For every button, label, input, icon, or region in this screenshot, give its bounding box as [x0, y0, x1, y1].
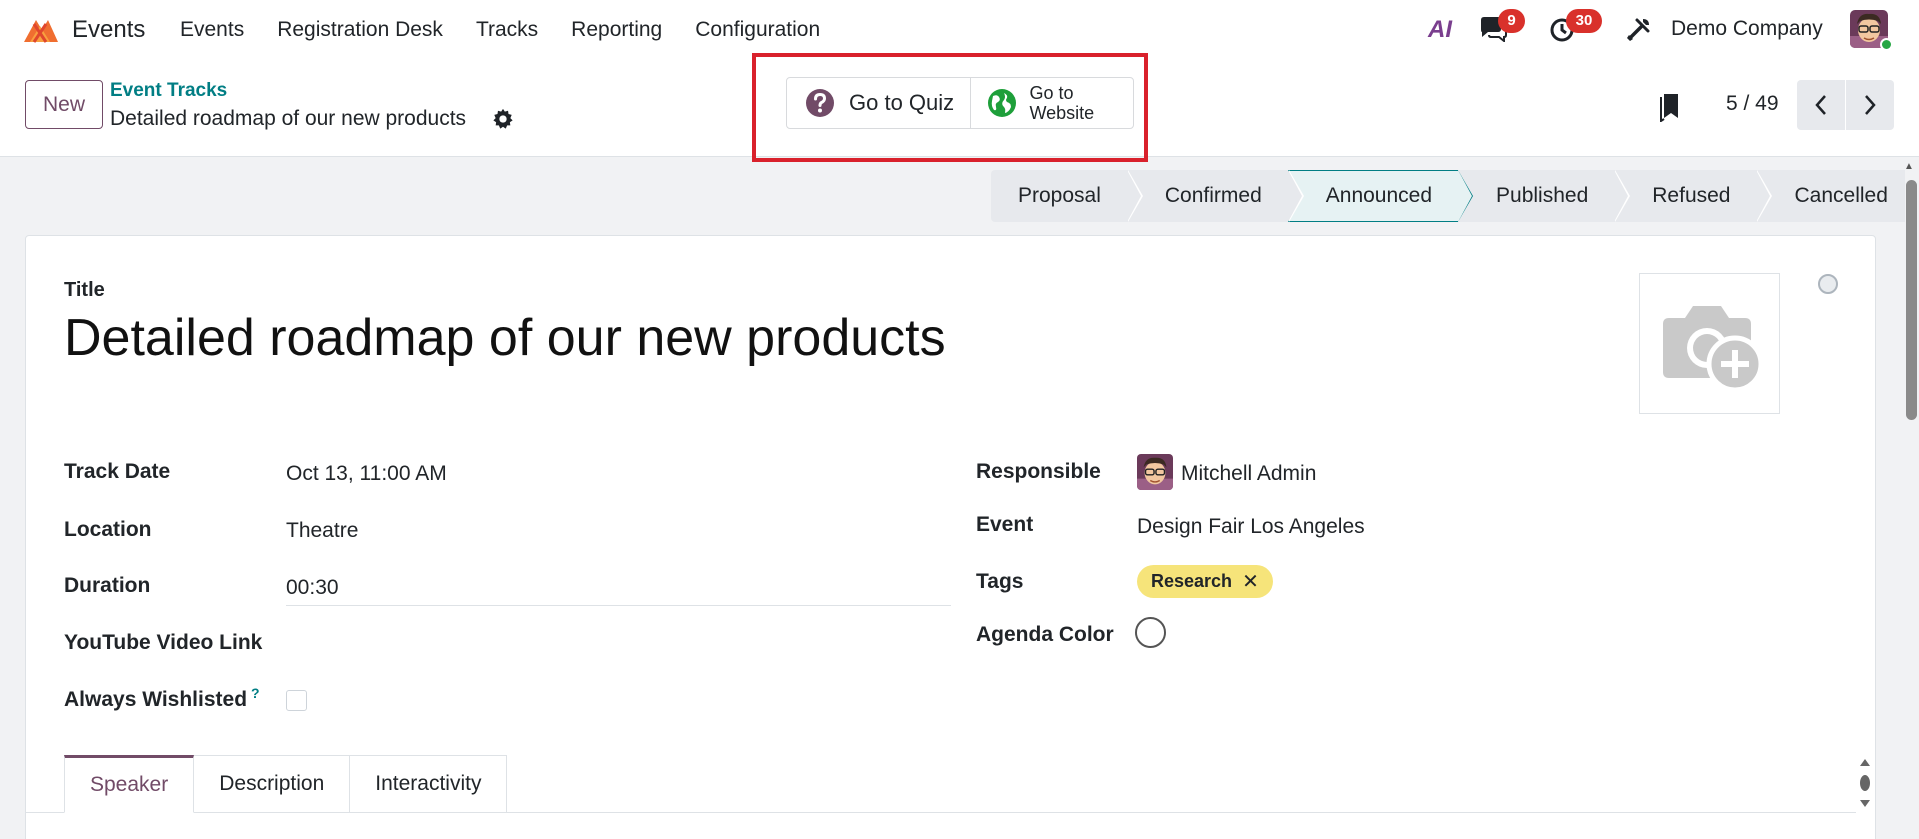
pager-value[interactable]: 5 / 49 — [1726, 92, 1779, 116]
tag-research-label: Research — [1151, 571, 1233, 591]
app-name[interactable]: Events — [72, 16, 145, 44]
breadcrumb-current: Detailed roadmap of our new products — [110, 107, 467, 130]
stage-label: Proposal — [1018, 184, 1101, 207]
stage-label: Announced — [1325, 184, 1433, 207]
stage-label: Confirmed — [1164, 184, 1262, 207]
breadcrumb-parent[interactable]: Event Tracks — [110, 80, 227, 102]
ai-icon[interactable]: AI — [1428, 16, 1452, 44]
stage-proposal[interactable]: Proposal — [991, 170, 1143, 222]
smart-buttons: Go to Quiz Go to Website — [786, 77, 1134, 129]
gear-icon[interactable] — [492, 108, 514, 130]
notebook-tabs: Speaker Description Interactivity — [64, 755, 508, 813]
go-to-website-label: Go to Website — [1029, 83, 1095, 123]
stage-published[interactable]: Published — [1458, 170, 1631, 222]
event-label: Event — [976, 513, 1034, 536]
always-wishlisted-checkbox[interactable] — [286, 690, 307, 711]
title-label: Title — [64, 279, 105, 301]
youtube-link-label: YouTube Video Link — [64, 631, 263, 654]
menu-registration-desk[interactable]: Registration Desk — [277, 18, 443, 42]
duration-underline — [286, 605, 951, 606]
image-upload[interactable] — [1639, 273, 1780, 414]
pager-next-button[interactable] — [1846, 80, 1894, 130]
camera-plus-icon — [1662, 305, 1763, 392]
tab-interactivity[interactable]: Interactivity — [350, 755, 508, 813]
always-wishlisted-text: Always Wishlisted — [64, 688, 248, 711]
duration-label: Duration — [64, 574, 151, 597]
event-field[interactable]: Design Fair Los Angeles — [1137, 515, 1365, 539]
menu-tracks[interactable]: Tracks — [476, 18, 538, 42]
stage-label: Refused — [1652, 184, 1731, 207]
messages-badge: 9 — [1498, 9, 1525, 33]
tags-label: Tags — [976, 570, 1024, 593]
chevron-left-icon — [1815, 95, 1826, 115]
scrollbar-thumb[interactable] — [1906, 180, 1917, 420]
odoo-logo-icon[interactable] — [20, 14, 60, 44]
track-date-label: Track Date — [64, 460, 171, 483]
go-to-quiz-button[interactable]: Go to Quiz — [787, 78, 972, 128]
stage-refused[interactable]: Refused — [1614, 170, 1773, 222]
responsible-field[interactable]: Mitchell Admin — [1181, 462, 1316, 486]
stage-cancelled[interactable]: Cancelled — [1756, 170, 1916, 222]
responsible-avatar[interactable] — [1137, 454, 1173, 490]
drag-handle-icon[interactable] — [1857, 757, 1873, 809]
menu-events[interactable]: Events — [180, 18, 244, 42]
new-button[interactable]: New — [25, 80, 103, 129]
remove-tag-icon[interactable]: ✕ — [1242, 569, 1259, 594]
pager-previous-button[interactable] — [1797, 80, 1845, 130]
online-status-dot — [1880, 38, 1893, 51]
menu-configuration[interactable]: Configuration — [695, 18, 820, 42]
stage-label: Published — [1496, 184, 1589, 207]
scroll-up-arrow-icon[interactable]: ▲ — [1904, 161, 1914, 172]
tab-speaker[interactable]: Speaker — [64, 755, 195, 813]
tab-description[interactable]: Description — [194, 755, 351, 813]
bookmark-icon[interactable] — [1658, 92, 1682, 122]
activities-badge: 30 — [1566, 9, 1602, 33]
stage-statusbar: Proposal Confirmed Announced Published R… — [991, 170, 1916, 222]
globe-icon — [988, 89, 1017, 117]
always-wishlisted-label: Always Wishlisted? — [64, 685, 260, 712]
duration-field[interactable]: 00:30 — [286, 576, 339, 600]
stage-label: Cancelled — [1794, 184, 1888, 207]
main-menu: Events Registration Desk Tracks Reportin… — [180, 18, 853, 42]
menu-reporting[interactable]: Reporting — [571, 18, 662, 42]
tools-icon[interactable] — [1625, 15, 1653, 43]
question-icon — [806, 89, 834, 117]
company-switcher[interactable]: Demo Company — [1671, 17, 1823, 41]
agenda-color-label: Agenda Color — [976, 623, 1114, 646]
stage-announced[interactable]: Announced — [1287, 170, 1474, 222]
go-to-website-button[interactable]: Go to Website — [971, 78, 1133, 128]
stage-confirmed[interactable]: Confirmed — [1126, 170, 1304, 222]
chevron-right-icon — [1865, 95, 1876, 115]
youtube-link-field[interactable] — [286, 629, 951, 659]
priority-toggle[interactable] — [1818, 274, 1838, 294]
help-tooltip-icon[interactable]: ? — [251, 685, 260, 701]
agenda-color-picker[interactable] — [1135, 617, 1166, 648]
location-field[interactable]: Theatre — [286, 519, 358, 543]
track-date-field[interactable]: Oct 13, 11:00 AM — [286, 462, 447, 486]
form-sheet: Title Detailed roadmap of our new produc… — [25, 235, 1876, 839]
location-label: Location — [64, 518, 152, 541]
go-to-quiz-label: Go to Quiz — [849, 90, 955, 115]
responsible-label: Responsible — [976, 460, 1101, 483]
tag-research[interactable]: Research ✕ — [1137, 565, 1273, 598]
title-input[interactable]: Detailed roadmap of our new products — [64, 308, 946, 368]
